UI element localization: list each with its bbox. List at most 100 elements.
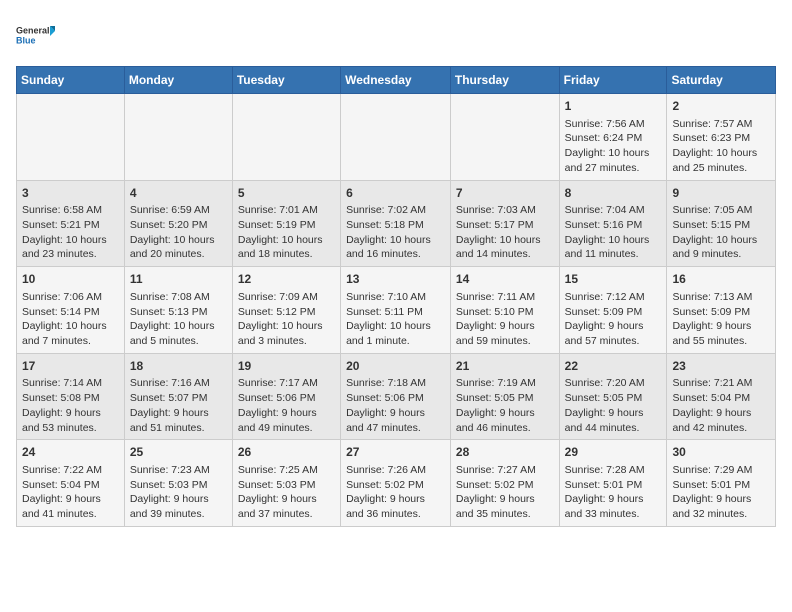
day-info: Sunrise: 7:14 AM	[22, 376, 119, 391]
svg-text:Blue: Blue	[16, 36, 36, 46]
day-info: Daylight: 9 hours and 39 minutes.	[130, 492, 227, 521]
day-header-thursday: Thursday	[450, 67, 559, 94]
day-info: Sunrise: 7:02 AM	[346, 203, 445, 218]
day-info: Daylight: 9 hours and 55 minutes.	[672, 319, 770, 348]
day-info: Sunset: 5:16 PM	[565, 218, 662, 233]
day-info: Sunset: 5:15 PM	[672, 218, 770, 233]
calendar-cell	[17, 94, 125, 181]
calendar-cell: 5Sunrise: 7:01 AMSunset: 5:19 PMDaylight…	[232, 180, 340, 267]
calendar-cell: 1Sunrise: 7:56 AMSunset: 6:24 PMDaylight…	[559, 94, 667, 181]
day-info: Sunset: 5:05 PM	[456, 391, 554, 406]
calendar-cell: 24Sunrise: 7:22 AMSunset: 5:04 PMDayligh…	[17, 440, 125, 527]
calendar: SundayMondayTuesdayWednesdayThursdayFrid…	[16, 66, 776, 527]
day-number: 23	[672, 358, 770, 375]
day-info: Sunrise: 7:05 AM	[672, 203, 770, 218]
calendar-cell: 20Sunrise: 7:18 AMSunset: 5:06 PMDayligh…	[341, 353, 451, 440]
day-info: Daylight: 10 hours and 25 minutes.	[672, 146, 770, 175]
day-info: Sunrise: 7:28 AM	[565, 463, 662, 478]
day-number: 4	[130, 185, 227, 202]
calendar-cell	[232, 94, 340, 181]
calendar-cell: 19Sunrise: 7:17 AMSunset: 5:06 PMDayligh…	[232, 353, 340, 440]
day-number: 5	[238, 185, 335, 202]
calendar-cell: 13Sunrise: 7:10 AMSunset: 5:11 PMDayligh…	[341, 267, 451, 354]
day-info: Sunrise: 7:04 AM	[565, 203, 662, 218]
day-number: 7	[456, 185, 554, 202]
day-info: Sunrise: 7:08 AM	[130, 290, 227, 305]
day-info: Sunrise: 7:21 AM	[672, 376, 770, 391]
day-info: Sunrise: 7:06 AM	[22, 290, 119, 305]
day-info: Sunset: 5:02 PM	[456, 478, 554, 493]
calendar-cell: 25Sunrise: 7:23 AMSunset: 5:03 PMDayligh…	[124, 440, 232, 527]
calendar-week-1: 1Sunrise: 7:56 AMSunset: 6:24 PMDaylight…	[17, 94, 776, 181]
day-info: Daylight: 9 hours and 47 minutes.	[346, 406, 445, 435]
day-info: Sunrise: 7:18 AM	[346, 376, 445, 391]
day-info: Sunset: 5:20 PM	[130, 218, 227, 233]
day-info: Daylight: 9 hours and 53 minutes.	[22, 406, 119, 435]
calendar-cell: 10Sunrise: 7:06 AMSunset: 5:14 PMDayligh…	[17, 267, 125, 354]
day-info: Sunset: 5:01 PM	[672, 478, 770, 493]
day-info: Sunrise: 7:19 AM	[456, 376, 554, 391]
day-info: Sunset: 5:19 PM	[238, 218, 335, 233]
days-of-week-row: SundayMondayTuesdayWednesdayThursdayFrid…	[17, 67, 776, 94]
calendar-cell: 29Sunrise: 7:28 AMSunset: 5:01 PMDayligh…	[559, 440, 667, 527]
day-info: Sunset: 5:01 PM	[565, 478, 662, 493]
calendar-cell: 7Sunrise: 7:03 AMSunset: 5:17 PMDaylight…	[450, 180, 559, 267]
day-info: Daylight: 9 hours and 41 minutes.	[22, 492, 119, 521]
day-info: Sunrise: 7:10 AM	[346, 290, 445, 305]
day-info: Sunrise: 7:03 AM	[456, 203, 554, 218]
day-info: Sunset: 6:24 PM	[565, 131, 662, 146]
day-info: Daylight: 10 hours and 11 minutes.	[565, 233, 662, 262]
day-info: Sunset: 5:03 PM	[238, 478, 335, 493]
calendar-cell: 23Sunrise: 7:21 AMSunset: 5:04 PMDayligh…	[667, 353, 776, 440]
day-info: Sunrise: 7:57 AM	[672, 117, 770, 132]
day-info: Sunset: 5:14 PM	[22, 305, 119, 320]
svg-text:General: General	[16, 26, 50, 36]
day-info: Sunset: 6:23 PM	[672, 131, 770, 146]
day-info: Sunset: 5:03 PM	[130, 478, 227, 493]
day-info: Daylight: 10 hours and 7 minutes.	[22, 319, 119, 348]
day-number: 16	[672, 271, 770, 288]
day-info: Daylight: 10 hours and 16 minutes.	[346, 233, 445, 262]
day-info: Sunset: 5:12 PM	[238, 305, 335, 320]
day-header-tuesday: Tuesday	[232, 67, 340, 94]
day-info: Sunrise: 7:27 AM	[456, 463, 554, 478]
calendar-cell: 26Sunrise: 7:25 AMSunset: 5:03 PMDayligh…	[232, 440, 340, 527]
day-info: Sunset: 5:05 PM	[565, 391, 662, 406]
day-info: Sunrise: 7:17 AM	[238, 376, 335, 391]
day-info: Daylight: 10 hours and 27 minutes.	[565, 146, 662, 175]
day-info: Sunset: 5:06 PM	[346, 391, 445, 406]
day-info: Sunrise: 6:58 AM	[22, 203, 119, 218]
day-info: Daylight: 10 hours and 3 minutes.	[238, 319, 335, 348]
day-number: 15	[565, 271, 662, 288]
day-info: Daylight: 9 hours and 57 minutes.	[565, 319, 662, 348]
day-info: Daylight: 10 hours and 9 minutes.	[672, 233, 770, 262]
day-info: Daylight: 10 hours and 20 minutes.	[130, 233, 227, 262]
day-info: Daylight: 9 hours and 32 minutes.	[672, 492, 770, 521]
calendar-cell: 14Sunrise: 7:11 AMSunset: 5:10 PMDayligh…	[450, 267, 559, 354]
day-header-sunday: Sunday	[17, 67, 125, 94]
day-number: 13	[346, 271, 445, 288]
calendar-cell: 16Sunrise: 7:13 AMSunset: 5:09 PMDayligh…	[667, 267, 776, 354]
calendar-cell: 2 Sunrise: 7:57 AMSunset: 6:23 PMDaylight…	[667, 94, 776, 181]
calendar-week-5: 24Sunrise: 7:22 AMSunset: 5:04 PMDayligh…	[17, 440, 776, 527]
day-info: Sunset: 5:04 PM	[22, 478, 119, 493]
day-info: Sunset: 5:06 PM	[238, 391, 335, 406]
day-number: 1	[565, 98, 662, 115]
day-info: Sunset: 5:02 PM	[346, 478, 445, 493]
calendar-cell: 30Sunrise: 7:29 AMSunset: 5:01 PMDayligh…	[667, 440, 776, 527]
header: General Blue	[16, 16, 776, 56]
day-number: 25	[130, 444, 227, 461]
day-info: Daylight: 9 hours and 49 minutes.	[238, 406, 335, 435]
day-info: Sunrise: 7:20 AM	[565, 376, 662, 391]
calendar-week-2: 3Sunrise: 6:58 AMSunset: 5:21 PMDaylight…	[17, 180, 776, 267]
day-info: Daylight: 10 hours and 5 minutes.	[130, 319, 227, 348]
day-info: Sunset: 5:07 PM	[130, 391, 227, 406]
day-number: 2	[672, 98, 770, 115]
calendar-cell	[124, 94, 232, 181]
day-info: Sunset: 5:08 PM	[22, 391, 119, 406]
calendar-cell: 9Sunrise: 7:05 AMSunset: 5:15 PMDaylight…	[667, 180, 776, 267]
day-info: Sunset: 5:17 PM	[456, 218, 554, 233]
day-info: Sunrise: 7:25 AM	[238, 463, 335, 478]
calendar-cell: 17Sunrise: 7:14 AMSunset: 5:08 PMDayligh…	[17, 353, 125, 440]
calendar-body: 1Sunrise: 7:56 AMSunset: 6:24 PMDaylight…	[17, 94, 776, 527]
